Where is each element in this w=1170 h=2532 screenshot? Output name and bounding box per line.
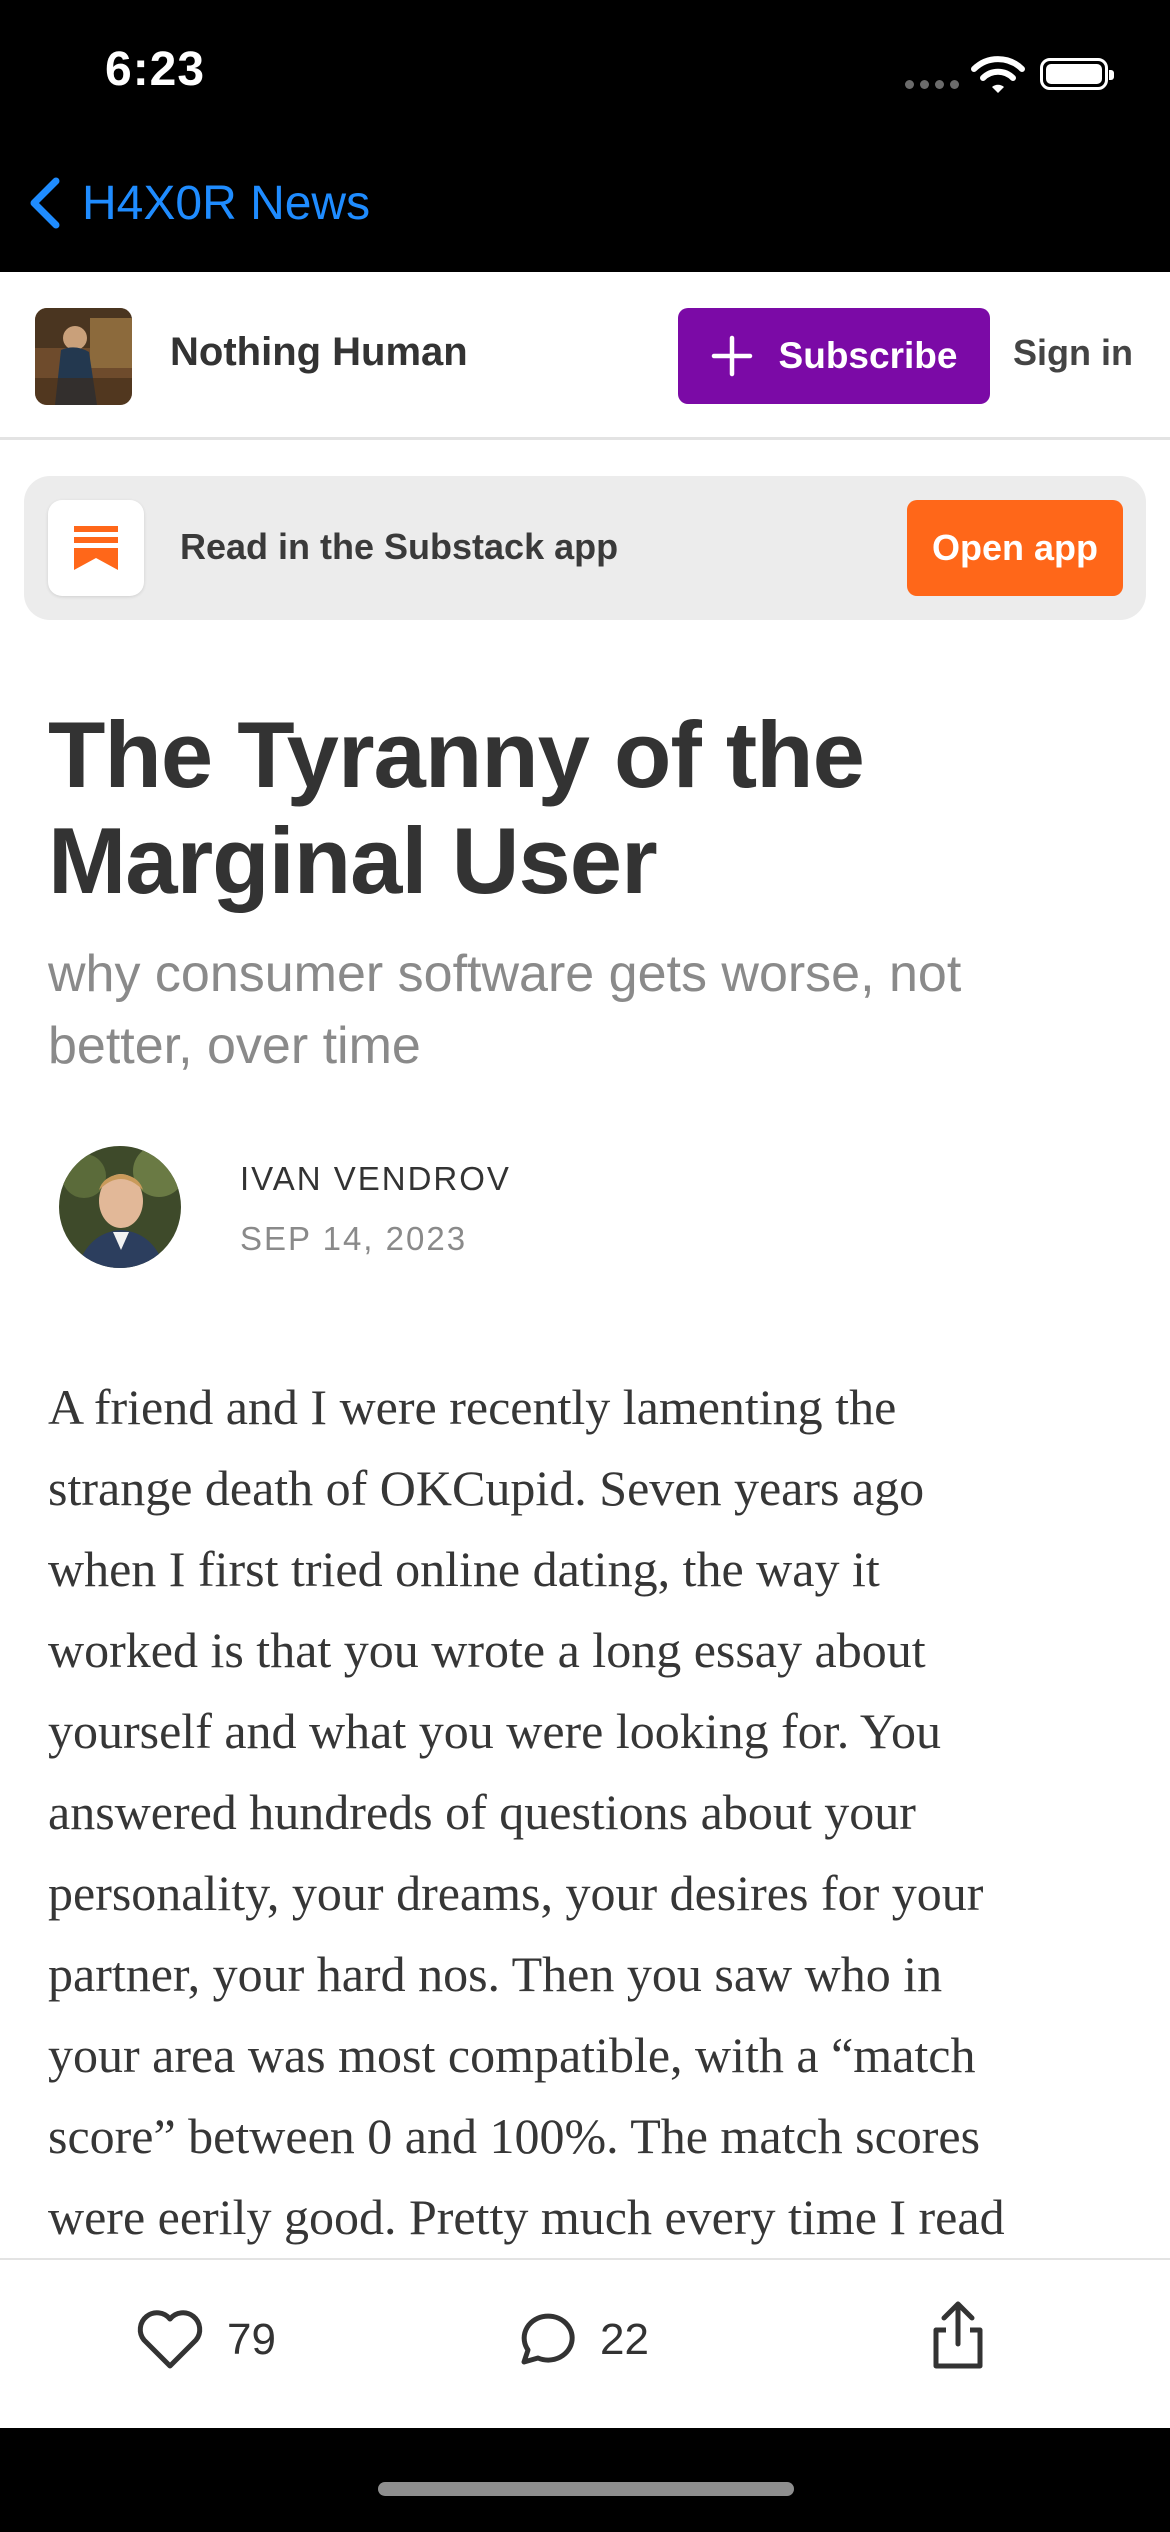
sign-in-link[interactable]: Sign in	[1013, 332, 1133, 374]
share-icon	[933, 2301, 983, 2369]
post-body: A friend and I were recently lamenting t…	[48, 1367, 1133, 2258]
body-line: score” between 0 and 100%. The match sco…	[48, 2108, 981, 2164]
post-title-line: Marginal User	[48, 808, 658, 913]
body-line: when I first tried online dating, the wa…	[48, 1541, 880, 1597]
heart-icon	[137, 2310, 203, 2369]
publication-header: Nothing Human Subscribe Sign in	[0, 272, 1170, 440]
publication-name[interactable]: Nothing Human	[170, 330, 468, 375]
article-webview[interactable]: Nothing Human Subscribe Sign in Read in …	[0, 272, 1170, 2258]
back-button-label: H4X0R News	[82, 176, 371, 230]
banner-text: Read in the Substack app	[180, 526, 619, 567]
wifi-icon	[971, 56, 1025, 93]
post-action-bar: 79 22	[0, 2258, 1170, 2428]
comment-icon	[521, 2313, 575, 2365]
navigation-bar: H4X0R News	[0, 150, 1170, 272]
body-line: worked is that you wrote a long essay ab…	[48, 1622, 926, 1678]
post-subtitle-line: better, over time	[48, 1017, 421, 1075]
body-line: your area was most compatible, with a “m…	[48, 2027, 976, 2083]
publication-logo[interactable]	[35, 308, 132, 405]
like-count: 79	[227, 2315, 276, 2364]
body-line: were eerily good. Pretty much every time…	[48, 2189, 1005, 2245]
author-name[interactable]: IVAN VENDROV	[240, 1160, 511, 1198]
status-bar: 6:23	[0, 0, 1170, 150]
substack-bookmark-icon	[48, 500, 144, 596]
plus-icon	[711, 335, 752, 377]
body-line: strange death of OKCupid. Seven years ag…	[48, 1460, 925, 1516]
back-button[interactable]: H4X0R News	[24, 175, 370, 231]
open-in-app-banner: Read in the Substack app Open app	[24, 476, 1146, 620]
body-line: personality, your dreams, your desires f…	[48, 1865, 984, 1921]
home-indicator[interactable]	[378, 2482, 794, 2496]
chevron-left-icon	[30, 177, 60, 229]
status-time: 6:23	[105, 43, 206, 96]
home-indicator-area	[0, 2428, 1170, 2532]
body-line: yourself and what you were looking for. …	[48, 1703, 941, 1759]
body-line: partner, your hard nos. Then you saw who…	[48, 1946, 943, 2002]
author-avatar[interactable]	[59, 1146, 181, 1268]
post-title-line: The Tyranny of the	[48, 702, 865, 807]
post-subtitle-line: why consumer software gets worse, not	[48, 945, 962, 1003]
subscribe-label: Subscribe	[778, 335, 958, 376]
post-date: SEP 14, 2023	[240, 1220, 468, 1257]
battery-icon	[1040, 58, 1114, 90]
body-line: answered hundreds of questions about you…	[48, 1784, 916, 1840]
subscribe-button[interactable]: Subscribe	[678, 308, 990, 404]
cellular-signal-icon	[905, 80, 959, 89]
post-title: The Tyranny of the Marginal User	[48, 702, 1128, 914]
like-button[interactable]: 79	[135, 2308, 276, 2372]
body-line: A friend and I were recently lamenting t…	[48, 1379, 897, 1435]
post-subtitle: why consumer software gets worse, not be…	[48, 938, 1128, 1082]
share-button[interactable]	[928, 2300, 988, 2377]
comment-count: 22	[600, 2315, 649, 2364]
open-app-button[interactable]: Open app	[907, 500, 1123, 596]
comment-button[interactable]: 22	[512, 2308, 649, 2372]
